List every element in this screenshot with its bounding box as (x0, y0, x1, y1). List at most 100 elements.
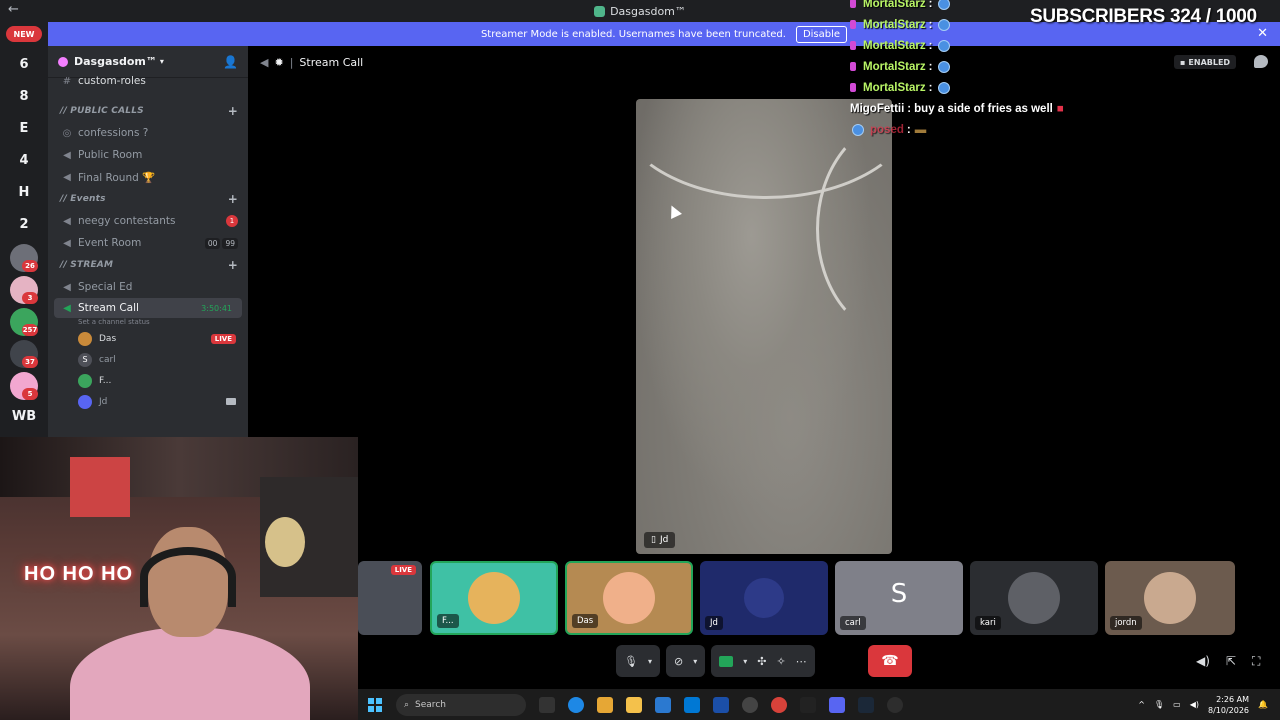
chevron-down-icon[interactable]: ▾ (743, 657, 747, 666)
chrome-icon[interactable] (771, 696, 787, 713)
stream-video[interactable]: ▯ Jd (636, 99, 892, 554)
add-channel-icon[interactable]: + (228, 104, 238, 118)
participant-name: Jd (705, 616, 723, 630)
time: 2:26 AM (1216, 694, 1250, 704)
discord-icon[interactable] (829, 696, 845, 713)
task-view-icon[interactable] (539, 696, 555, 713)
speaker-icon: ◀ (63, 149, 71, 161)
channel-event-room[interactable]: ◀ Event Room 00 99 (48, 232, 248, 254)
microphone-icon[interactable]: 🎙 (1154, 700, 1164, 709)
chat-line: MortalStarz : (850, 56, 1090, 77)
server-name: Dasgasdom™ (74, 55, 157, 68)
windows-taskbar: ⌕ Search ^ 🎙 ▭ ◀) 2:26 AM 8/10/2026 🔔 (358, 689, 1280, 720)
channel-stream-call[interactable]: ◀ Stream Call 3:50:41 (54, 298, 242, 318)
add-user-icon[interactable]: 👤 (223, 55, 238, 69)
copilot-icon[interactable] (597, 696, 613, 713)
participant-name: jordn (1110, 616, 1142, 630)
channel-public-room[interactable]: ◀ Public Room (48, 144, 248, 166)
chat-username: MigoFettii (850, 102, 905, 115)
channel-status-hint[interactable]: Set a channel status (48, 318, 248, 328)
chevron-up-icon[interactable]: ^ (1138, 700, 1145, 709)
more-options-icon[interactable]: ⋯ (796, 655, 807, 668)
voice-member[interactable]: Das LIVE (48, 328, 248, 349)
channel-custom-roles[interactable]: # custom-roles (48, 70, 248, 92)
channel-final-round[interactable]: ◀ Final Round 🏆 (48, 166, 248, 188)
participant-tile[interactable]: kari (970, 561, 1098, 635)
camera-off-icon[interactable]: ⊘ (674, 655, 683, 668)
new-badge[interactable]: NEW (6, 26, 42, 42)
obs-icon[interactable] (887, 696, 903, 713)
participant-tile[interactable]: Jd (700, 561, 828, 635)
channel-neegy-contestants[interactable]: ◀ neegy contestants 1 (48, 210, 248, 232)
close-banner-icon[interactable]: ✕ (1257, 26, 1268, 41)
screen-share-icon[interactable] (719, 655, 734, 667)
network-icon[interactable]: ▭ (1173, 700, 1181, 709)
voice-member[interactable]: F... (48, 370, 248, 391)
disable-streamer-mode-button[interactable]: Disable (795, 25, 848, 43)
category-stream[interactable]: // STREAM + (48, 254, 248, 276)
volume-icon[interactable]: ◀) (1190, 700, 1199, 709)
video-user-name: Jd (659, 535, 669, 545)
edge-icon[interactable] (568, 696, 584, 713)
participant-tile[interactable]: Das (565, 561, 693, 635)
channel-label: Final Round 🏆 (78, 171, 156, 184)
server-icon-wb[interactable]: WB (6, 402, 42, 430)
notification-bell-icon[interactable]: 🔔 (1258, 700, 1268, 709)
speaker-icon: ◀ (63, 237, 71, 249)
file-explorer-icon[interactable] (626, 696, 642, 713)
chat-icon[interactable] (1254, 55, 1268, 68)
avatar (603, 572, 655, 624)
category-public-calls[interactable]: // PUBLIC CALLS + (48, 100, 248, 122)
back-arrow-icon[interactable]: ← (8, 2, 19, 17)
server-icon[interactable]: 8 (6, 82, 42, 110)
outlook-icon[interactable] (655, 696, 671, 713)
server-icon[interactable]: 4 (6, 146, 42, 174)
chevron-down-icon: ▾ (159, 57, 164, 66)
activities-icon[interactable]: ✣ (757, 655, 766, 668)
emote-icon: ▬ (914, 123, 927, 136)
participant-tile[interactable]: jordn (1105, 561, 1235, 635)
badge-icon (850, 0, 856, 8)
server-icon[interactable]: 2 (6, 210, 42, 238)
terminal-icon[interactable] (800, 696, 816, 713)
chevron-down-icon[interactable]: ▾ (648, 657, 652, 666)
enabled-pill[interactable]: ▪ ENABLED (1174, 55, 1237, 69)
ea-app-icon[interactable] (713, 696, 729, 713)
category-label: // Events (60, 194, 106, 204)
channel-special-ed[interactable]: ◀ Special Ed (48, 276, 248, 298)
chat-username: MortalStarz (863, 81, 926, 94)
participant-tile[interactable]: F... (430, 561, 558, 635)
avatar-initial: S (890, 579, 908, 609)
camera-control[interactable]: ⊘ ▾ (665, 645, 706, 677)
fullscreen-icon[interactable]: ⛶ (1252, 654, 1260, 669)
pop-out-icon[interactable]: ⇱ (1226, 654, 1236, 669)
windows-start-icon[interactable] (368, 697, 382, 712)
user-count: 00 99 (204, 237, 238, 249)
taskbar-search[interactable]: ⌕ Search (396, 693, 526, 716)
steam-icon[interactable] (858, 696, 874, 713)
app-icon[interactable] (742, 696, 758, 713)
store-icon[interactable] (684, 696, 700, 713)
participant-tile[interactable]: LIVE (358, 561, 422, 635)
microphone-icon[interactable]: 🎙 (624, 655, 638, 668)
screen: ← Dasgasdom™ Streamer Mode is enabled. U… (0, 0, 1280, 720)
plush-toy (265, 517, 305, 567)
disconnect-button[interactable]: ☎ (868, 645, 912, 677)
chevron-down-icon[interactable]: ▾ (693, 657, 697, 666)
server-icon[interactable]: E (6, 114, 42, 142)
soundboard-icon[interactable]: ✧ (776, 655, 785, 668)
channel-confessions[interactable]: ◎ confessions ? (48, 122, 248, 144)
volume-icon[interactable]: ◀) (1196, 654, 1210, 669)
mic-control[interactable]: 🎙 ▾ (616, 645, 660, 677)
server-icon[interactable]: 6 (6, 50, 42, 78)
add-channel-icon[interactable]: + (228, 258, 238, 272)
participant-tile[interactable]: S carl (835, 561, 963, 635)
clock[interactable]: 2:26 AM 8/10/2026 (1208, 694, 1249, 716)
server-icon[interactable]: H (6, 178, 42, 206)
add-channel-icon[interactable]: + (228, 192, 238, 206)
voice-member[interactable]: Jd (48, 391, 248, 412)
voice-member[interactable]: S carl (48, 349, 248, 370)
category-events[interactable]: // Events + (48, 188, 248, 210)
sun-icon: ✹ (274, 55, 284, 69)
system-tray: ^ 🎙 ▭ ◀) 2:26 AM 8/10/2026 🔔 (1138, 694, 1268, 716)
